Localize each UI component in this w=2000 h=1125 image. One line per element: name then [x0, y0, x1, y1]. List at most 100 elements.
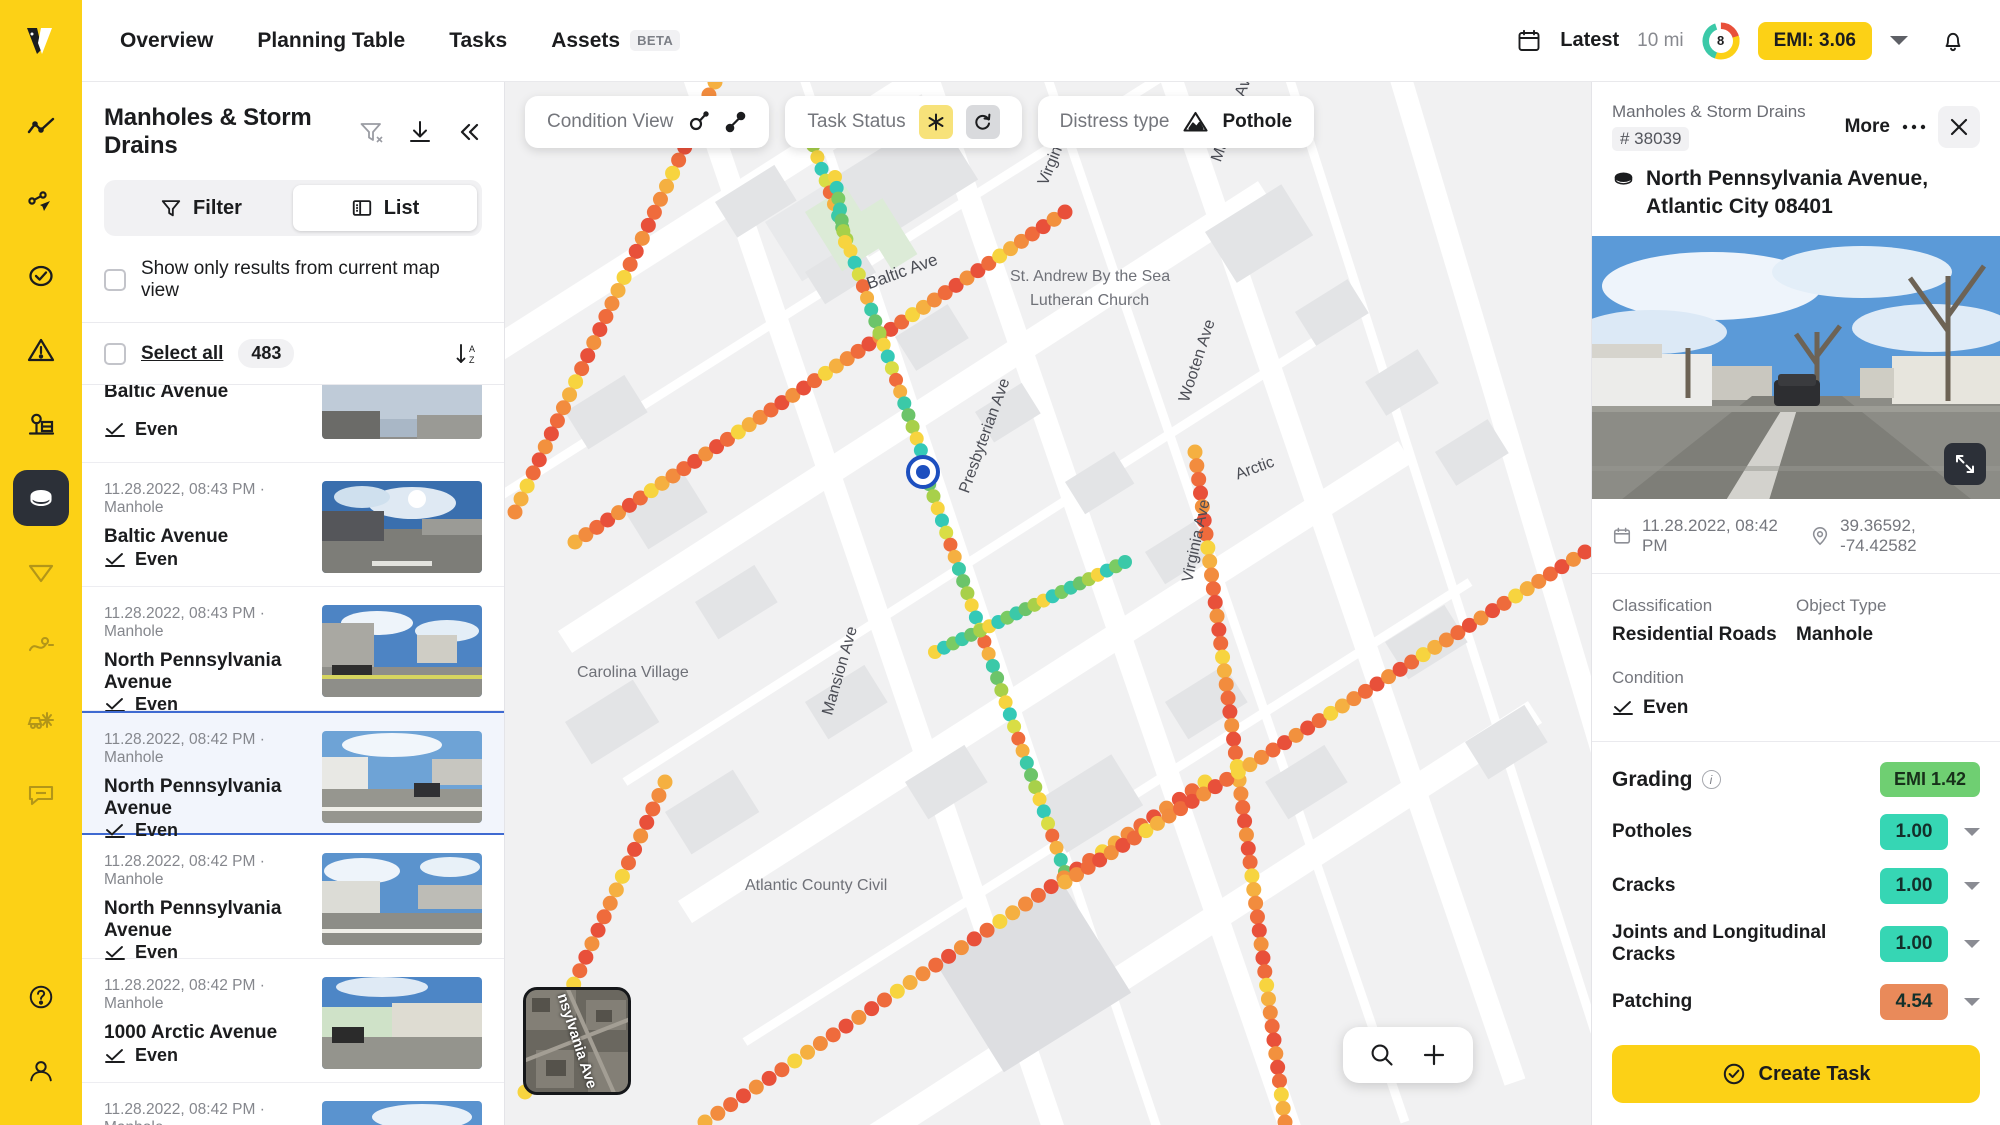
date-filter-label[interactable]: Latest — [1560, 29, 1619, 52]
sidebar-item-routes[interactable] — [13, 174, 69, 230]
list-item[interactable]: Baltic Avenue Even — [82, 385, 504, 463]
more-button-label[interactable]: More — [1845, 116, 1890, 138]
bell-icon[interactable] — [1940, 28, 1966, 54]
list-item[interactable]: 11.28.2022, 08:43 PM · Manhole North Pen… — [82, 587, 504, 714]
sidebar-item-tasks[interactable] — [13, 248, 69, 304]
close-icon[interactable] — [1938, 106, 1980, 148]
field-classification: Classification Residential Roads — [1612, 596, 1796, 646]
list-item-meta: 11.28.2022, 08:43 PM · Manhole — [104, 481, 265, 516]
sidebar-item-yield-signs[interactable] — [13, 544, 69, 600]
detail-category: Manholes & Storm Drains — [1612, 102, 1806, 121]
sidebar-item-snow-plow[interactable] — [13, 692, 69, 748]
tab-filter-label: Filter — [193, 196, 242, 219]
list-item-thumbnail[interactable] — [322, 1101, 482, 1125]
expand-photo-icon[interactable] — [1944, 443, 1986, 485]
sidebar-item-curb-markings[interactable] — [13, 618, 69, 674]
page-title: Manholes & Storm Drains — [104, 104, 312, 159]
nav-planning-table-label: Planning Table — [257, 28, 406, 52]
detail-photo[interactable] — [1592, 236, 2000, 499]
list-item-thumbnail[interactable] — [322, 977, 482, 1069]
sidebar-item-chat[interactable] — [13, 766, 69, 822]
chip-task-status-label: Task Status — [807, 111, 906, 132]
list-item[interactable]: 11.28.2022, 08:42 PM · Manhole North Pen… — [82, 711, 504, 840]
segment-icon[interactable] — [723, 110, 747, 134]
map-view-checkbox[interactable] — [104, 269, 126, 291]
nav-assets[interactable]: Assets BETA — [551, 28, 681, 53]
condition-even-icon — [1612, 700, 1634, 716]
tab-list-label: List — [383, 196, 420, 219]
emi-pill[interactable]: EMI: 3.06 — [1757, 21, 1872, 60]
list-item[interactable]: 11.28.2022, 08:43 PM · Manhole Baltic Av… — [82, 463, 504, 587]
search-icon[interactable] — [1369, 1042, 1395, 1068]
chip-distress-type[interactable]: Distress type Pothole — [1037, 96, 1315, 148]
collapse-panel-icon[interactable] — [456, 119, 482, 145]
more-dots-icon[interactable] — [1901, 123, 1927, 131]
list-item-thumbnail[interactable] — [322, 853, 482, 945]
detail-coordinates: 39.36592, -74.42582 — [1840, 516, 1917, 555]
map-canvas[interactable]: Condition View Task Status Distress type… — [505, 82, 1591, 1125]
tab-filter[interactable]: Filter — [109, 185, 293, 231]
assets-list[interactable]: Baltic Avenue Even 11.28.2022, 08:43 PM … — [82, 385, 504, 1125]
sidebar-item-signs[interactable] — [13, 396, 69, 452]
grading-row[interactable]: Joints and Longitudinal Cracks 1.00 — [1592, 913, 2000, 975]
map-view-filter-row[interactable]: Show only results from current map view — [104, 236, 482, 322]
refresh-icon[interactable] — [965, 105, 1000, 139]
sidebar-item-alerts[interactable] — [13, 322, 69, 378]
sidebar-item-manholes[interactable] — [13, 470, 69, 526]
sidebar-item-account[interactable] — [13, 1043, 69, 1099]
chip-task-status[interactable]: Task Status — [785, 96, 1022, 148]
chevron-down-icon[interactable] — [1890, 36, 1908, 45]
sidebar-item-help[interactable] — [13, 969, 69, 1025]
list-item-title: Baltic Avenue — [104, 385, 229, 402]
asset-detail-panel: Manholes & Storm Drains # 38039 More Nor… — [1591, 82, 2000, 1125]
top-navigation-bar: Overview Planning Table Tasks Assets BET… — [82, 0, 2000, 82]
download-icon[interactable] — [406, 118, 434, 146]
filter-clear-icon[interactable] — [358, 119, 384, 145]
network-icon[interactable] — [686, 110, 710, 134]
chevron-down-icon[interactable] — [1964, 998, 1980, 1006]
field-object-type: Object Type Manhole — [1796, 596, 1980, 646]
minimap-toggle[interactable]: nsylvania Ave — [523, 987, 631, 1095]
list-item-thumbnail[interactable] — [322, 605, 482, 697]
nav-tasks-label: Tasks — [449, 28, 508, 52]
calendar-icon — [1516, 28, 1542, 54]
map-zoom-controls[interactable] — [1343, 1027, 1473, 1083]
grading-row[interactable]: Cracks 1.00 — [1592, 859, 2000, 913]
sort-az-icon[interactable]: A Z — [454, 340, 482, 368]
list-item-condition: Even — [135, 549, 179, 569]
chevron-down-icon[interactable] — [1964, 940, 1980, 948]
nav-tasks[interactable]: Tasks — [449, 29, 507, 53]
list-item-thumbnail[interactable] — [322, 731, 482, 823]
grading-row[interactable]: Potholes 1.00 — [1592, 805, 2000, 859]
grading-row[interactable]: Patching 4.54 — [1592, 975, 2000, 1029]
nav-planning-table[interactable]: Planning Table — [257, 29, 405, 53]
plus-icon[interactable] — [1421, 1042, 1447, 1068]
list-item-condition: Even — [135, 1045, 179, 1065]
results-count-badge: 483 — [238, 339, 295, 368]
grading-row-value: 1.00 — [1880, 926, 1948, 962]
create-task-button[interactable]: Create Task — [1612, 1045, 1980, 1103]
assets-list-panel: Manholes & Storm Drains Filter List Show… — [82, 82, 505, 1125]
info-icon[interactable]: i — [1701, 770, 1721, 789]
select-all-label[interactable]: Select all — [141, 343, 223, 365]
list-item-thumbnail[interactable] — [322, 481, 482, 573]
list-item-thumbnail[interactable] — [322, 385, 482, 439]
chevron-down-icon[interactable] — [1964, 828, 1980, 836]
grading-title: Grading — [1612, 767, 1693, 791]
condition-donut-chart[interactable]: 8 — [1702, 22, 1740, 60]
nav-overview[interactable]: Overview — [120, 29, 213, 53]
chip-condition-view[interactable]: Condition View — [525, 96, 770, 148]
select-all-checkbox[interactable] — [104, 342, 126, 365]
selected-map-marker — [906, 455, 940, 489]
sidebar-item-analytics[interactable] — [13, 100, 69, 156]
chevron-down-icon[interactable] — [1964, 882, 1980, 890]
chip-condition-view-label: Condition View — [547, 111, 674, 132]
app-logo[interactable] — [0, 0, 82, 82]
list-item[interactable]: 11.28.2022, 08:42 PM · Manhole 1000 Arct… — [82, 1083, 504, 1125]
asterisk-icon[interactable] — [918, 105, 953, 139]
tab-list[interactable]: List — [293, 185, 477, 231]
list-item[interactable]: 11.28.2022, 08:42 PM · Manhole 1000 Arct… — [82, 959, 504, 1083]
grading-row-label: Patching — [1612, 991, 1693, 1012]
nav-assets-label: Assets — [551, 28, 621, 52]
list-item[interactable]: 11.28.2022, 08:42 PM · Manhole North Pen… — [82, 835, 504, 962]
